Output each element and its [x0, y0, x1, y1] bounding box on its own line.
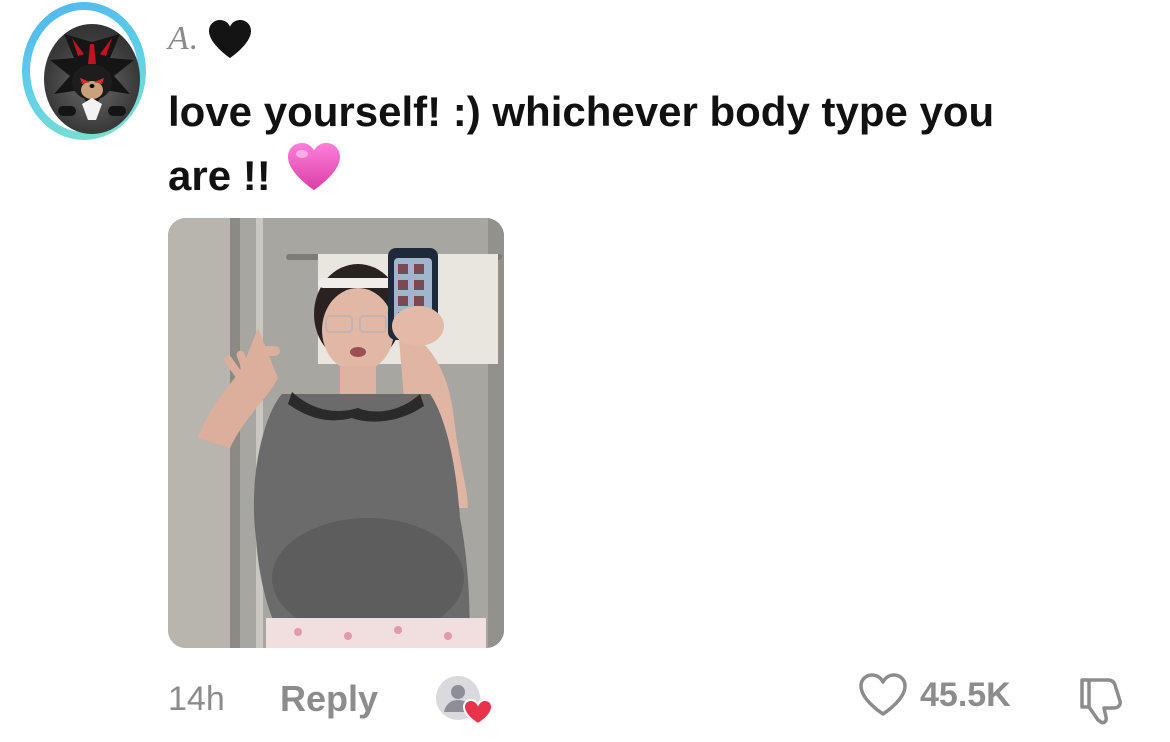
comment-text-line2-text: are !!	[168, 152, 271, 200]
comment-image[interactable]	[168, 218, 504, 648]
shadow-hedgehog-avatar	[50, 34, 134, 120]
comment-text-line1: love yourself! :) whichever body type yo…	[168, 88, 995, 135]
like-group[interactable]: 45.5K	[858, 672, 1011, 718]
comment-body: love yourself! :) whichever body type yo…	[168, 80, 1128, 214]
comment-author[interactable]: A.	[168, 18, 253, 60]
avatar-frame	[30, 10, 140, 134]
thumbs-down-icon[interactable]	[1072, 672, 1126, 731]
avatar-ring[interactable]	[22, 2, 146, 140]
like-count: 45.5K	[920, 675, 1011, 714]
mirror-selfie-photo	[168, 218, 504, 648]
timestamp: 14h	[168, 680, 225, 718]
black-heart-icon	[209, 20, 252, 58]
username[interactable]: A.	[168, 20, 199, 58]
creator-liked-icon[interactable]	[434, 674, 494, 733]
heart-outline-icon[interactable]	[858, 672, 908, 718]
avatar[interactable]	[44, 24, 140, 134]
comment-footer: 14h Reply 45.5K	[168, 672, 1130, 728]
pink-heart-icon	[285, 140, 343, 210]
reply-button[interactable]: Reply	[280, 678, 378, 720]
comment-text-line2: are !!	[168, 143, 1128, 214]
